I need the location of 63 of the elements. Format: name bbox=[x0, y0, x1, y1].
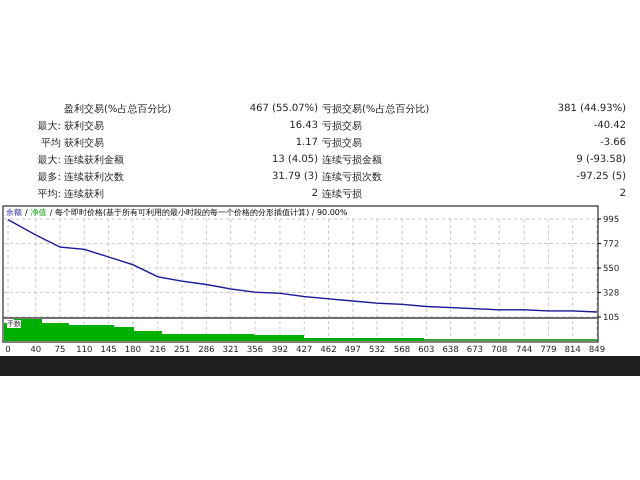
stat-value: 2 bbox=[310, 188, 318, 199]
x-tick-label: 427 bbox=[296, 345, 312, 355]
y-tick-label: 995 bbox=[603, 215, 620, 225]
x-tick-label: 532 bbox=[368, 345, 386, 355]
stat-label: 连续获利金额 bbox=[64, 154, 125, 166]
x-tick-label: 392 bbox=[272, 345, 288, 355]
stat-label: 获利交易 bbox=[64, 120, 105, 132]
stat-value: 467 (55.07%) bbox=[248, 103, 318, 114]
y-tick-label: 550 bbox=[603, 264, 620, 274]
stat-value: 2 bbox=[618, 188, 626, 199]
stat-label: 亏损交易 bbox=[321, 136, 363, 150]
x-tick-label: 603 bbox=[418, 345, 434, 355]
legend-text: 余额 bbox=[6, 208, 22, 218]
stat-value: 13 (4.05) bbox=[271, 154, 318, 165]
x-tick-label: 462 bbox=[320, 345, 337, 355]
x-tick-label: 110 bbox=[76, 345, 92, 355]
x-tick-label: 814 bbox=[564, 345, 581, 355]
stat-label: 连续获利次数 bbox=[64, 170, 125, 184]
x-tick-label: 638 bbox=[442, 345, 459, 355]
y-tick-label: 105 bbox=[603, 313, 620, 323]
stat-value: 1.17 bbox=[294, 137, 318, 148]
stat-label: 盈利交易(%占总百分比) bbox=[64, 102, 172, 116]
stat-label: 亏损交易(%占总百分比) bbox=[321, 102, 430, 116]
x-tick-label: 744 bbox=[516, 345, 532, 355]
legend-text: / bbox=[25, 208, 28, 218]
x-tick-label: 497 bbox=[344, 345, 361, 355]
stat-value: 381 (44.93%) bbox=[556, 103, 626, 114]
stat-prefix: 平均 bbox=[40, 136, 62, 150]
stat-prefix: 平均: bbox=[36, 188, 62, 200]
stat-label: 亏损交易 bbox=[321, 120, 363, 132]
stat-label: 连续获利 bbox=[64, 188, 105, 200]
x-tick-label: 356 bbox=[246, 345, 264, 355]
x-tick-label: 673 bbox=[466, 345, 484, 355]
x-tick-label: 321 bbox=[222, 345, 239, 355]
x-tick-label: 849 bbox=[588, 345, 606, 355]
stat-prefix: 最多: bbox=[36, 170, 62, 184]
stat-value: 31.79 (3) bbox=[271, 171, 318, 182]
stat-value: -97.25 (5) bbox=[575, 171, 626, 182]
x-tick-label: 286 bbox=[198, 345, 215, 355]
x-tick-label: 40 bbox=[30, 345, 42, 355]
stat-prefix: 最大: bbox=[36, 120, 62, 132]
x-tick-label: 708 bbox=[491, 345, 508, 355]
x-tick-label: 145 bbox=[100, 345, 117, 355]
legend-text: / 每个即时价格(基于所有可利用的最小时段的每一个价格的分形插值计算) / 90.00% bbox=[50, 208, 348, 218]
legend-text: 净值 bbox=[30, 208, 47, 218]
y-tick-label: 328 bbox=[603, 288, 620, 298]
stat-value: 9 (-93.58) bbox=[575, 154, 626, 165]
stat-label: 获利交易 bbox=[64, 136, 105, 150]
stat-value: 16.43 bbox=[288, 120, 318, 131]
x-tick-label: 180 bbox=[124, 345, 141, 355]
stat-label: 连续亏损金额 bbox=[321, 154, 383, 166]
x-tick-label: 779 bbox=[540, 345, 557, 355]
stat-prefix: 最大: bbox=[36, 154, 62, 166]
y-tick-label: 772 bbox=[603, 240, 620, 250]
stat-value: -3.66 bbox=[599, 137, 626, 148]
stat-label: 连续亏损 bbox=[321, 188, 363, 200]
x-tick-label: 75 bbox=[54, 345, 66, 355]
x-tick-label: 568 bbox=[394, 345, 410, 355]
x-tick-label: 0 bbox=[5, 345, 11, 355]
stat-label: 连续亏损次数 bbox=[321, 170, 383, 184]
x-tick-label: 251 bbox=[174, 345, 190, 355]
stat-value: -40.42 bbox=[592, 120, 626, 131]
x-tick-label: 216 bbox=[150, 345, 166, 355]
